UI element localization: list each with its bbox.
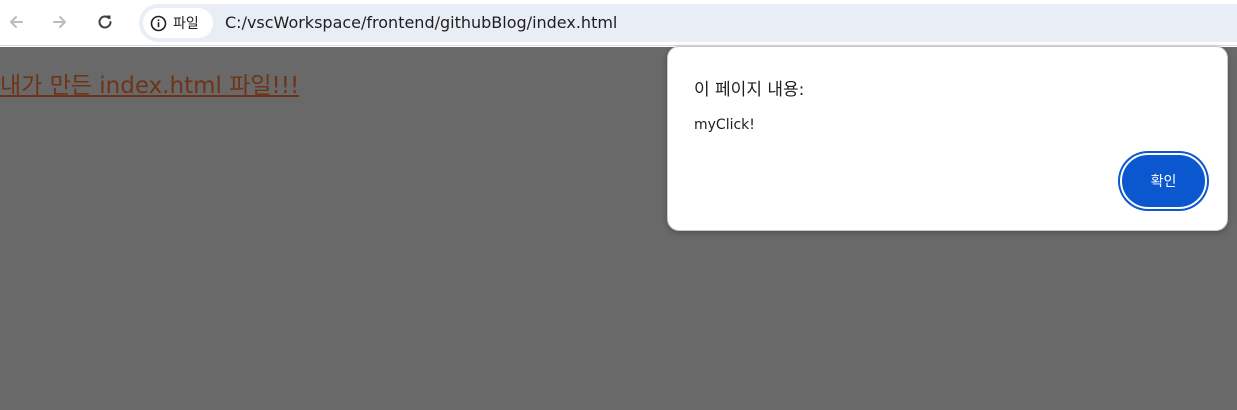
- address-bar[interactable]: 파일 C:/vscWorkspace/frontend/githubBlog/i…: [139, 4, 1237, 42]
- forward-button[interactable]: [44, 6, 76, 38]
- info-icon: [150, 15, 167, 31]
- reload-icon: [98, 15, 112, 29]
- alert-dialog: 이 페이지 내용: myClick! 확인: [667, 46, 1228, 231]
- site-info-label: 파일: [173, 16, 199, 32]
- back-button[interactable]: [0, 6, 32, 38]
- site-info-chip[interactable]: 파일: [143, 8, 213, 38]
- forward-arrow-icon: [53, 16, 66, 28]
- dialog-title: 이 페이지 내용:: [694, 80, 805, 100]
- ok-button[interactable]: 확인: [1120, 153, 1207, 209]
- reload-button[interactable]: [89, 6, 121, 38]
- url-text[interactable]: C:/vscWorkspace/frontend/githubBlog/inde…: [225, 4, 617, 42]
- page-link[interactable]: 내가 만든 index.html 파일!!!: [0, 66, 299, 100]
- dialog-message: myClick!: [694, 117, 755, 133]
- browser-toolbar: 파일 C:/vscWorkspace/frontend/githubBlog/i…: [0, 0, 1237, 46]
- back-arrow-icon: [10, 16, 23, 28]
